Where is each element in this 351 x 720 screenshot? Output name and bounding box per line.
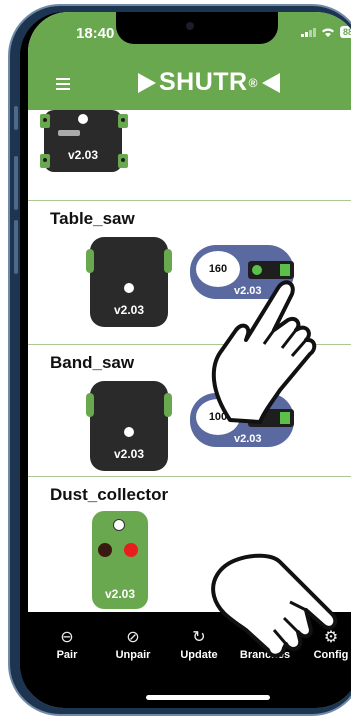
indicator-dot	[124, 283, 134, 293]
menu-icon[interactable]	[56, 78, 70, 93]
logo-text: SHUTR	[159, 68, 248, 96]
pointing-hand-icon	[211, 553, 338, 658]
indicator-dot	[113, 519, 125, 531]
pointing-hand-icon	[211, 280, 317, 424]
indicator-dot	[124, 427, 134, 437]
unlink-icon: ⊘	[126, 629, 140, 646]
device-name: Table_saw	[50, 209, 135, 228]
side-button	[14, 156, 18, 210]
hub-version-label: v2.03	[113, 447, 145, 461]
hub-device-image: v2.03	[90, 237, 168, 327]
notch	[116, 12, 278, 44]
battery-icon: 88	[339, 26, 351, 38]
mount-ear	[86, 393, 94, 417]
led-dark	[98, 543, 112, 557]
device-name: Dust_collector	[50, 485, 169, 504]
hub-device-image: v2.03	[90, 381, 168, 471]
connector-tab	[118, 154, 128, 168]
home-indicator	[146, 695, 270, 700]
connector-tab	[40, 114, 50, 128]
nav-unpair-button[interactable]: ⊘ Unpair	[104, 628, 162, 661]
logo-mark: ®	[248, 75, 258, 90]
device-row[interactable]: v2.03	[28, 110, 351, 201]
status-time: 18:40	[76, 25, 115, 42]
side-button	[14, 106, 18, 130]
link-icon: ⊖	[60, 629, 74, 646]
hub-device-image: v2.03	[44, 110, 122, 172]
connector-tab	[118, 114, 128, 128]
logo-arrow-right-icon	[138, 72, 156, 93]
sensor-device-image: v2.03	[92, 511, 148, 609]
mount-ear	[86, 249, 94, 273]
hub-version-label: v2.03	[113, 303, 145, 317]
indicator-dot	[78, 114, 88, 124]
app-header: 18:40 88 SHUTR ® ✱	[28, 12, 351, 110]
led-red	[124, 543, 138, 557]
mount-ear	[164, 393, 172, 417]
status-icons: 88	[300, 26, 351, 38]
device-name: Band_saw	[50, 353, 135, 372]
nav-label: Pair	[56, 649, 78, 661]
remote-version-label: v2.03	[234, 433, 262, 445]
nav-pair-button[interactable]: ⊖ Pair	[38, 628, 96, 661]
camera-icon	[186, 22, 194, 30]
connector-tab	[40, 154, 50, 168]
mount-ear	[164, 249, 172, 273]
wifi-icon	[321, 28, 334, 37]
side-button	[14, 220, 18, 274]
logo-arrow-left-icon	[261, 72, 280, 93]
signal-icon	[300, 27, 316, 37]
hub-version-label: v2.03	[67, 148, 99, 162]
nav-label: Unpair	[115, 649, 151, 661]
app-logo: SHUTR ®	[138, 68, 280, 97]
sensor-version-label: v2.03	[104, 587, 136, 601]
